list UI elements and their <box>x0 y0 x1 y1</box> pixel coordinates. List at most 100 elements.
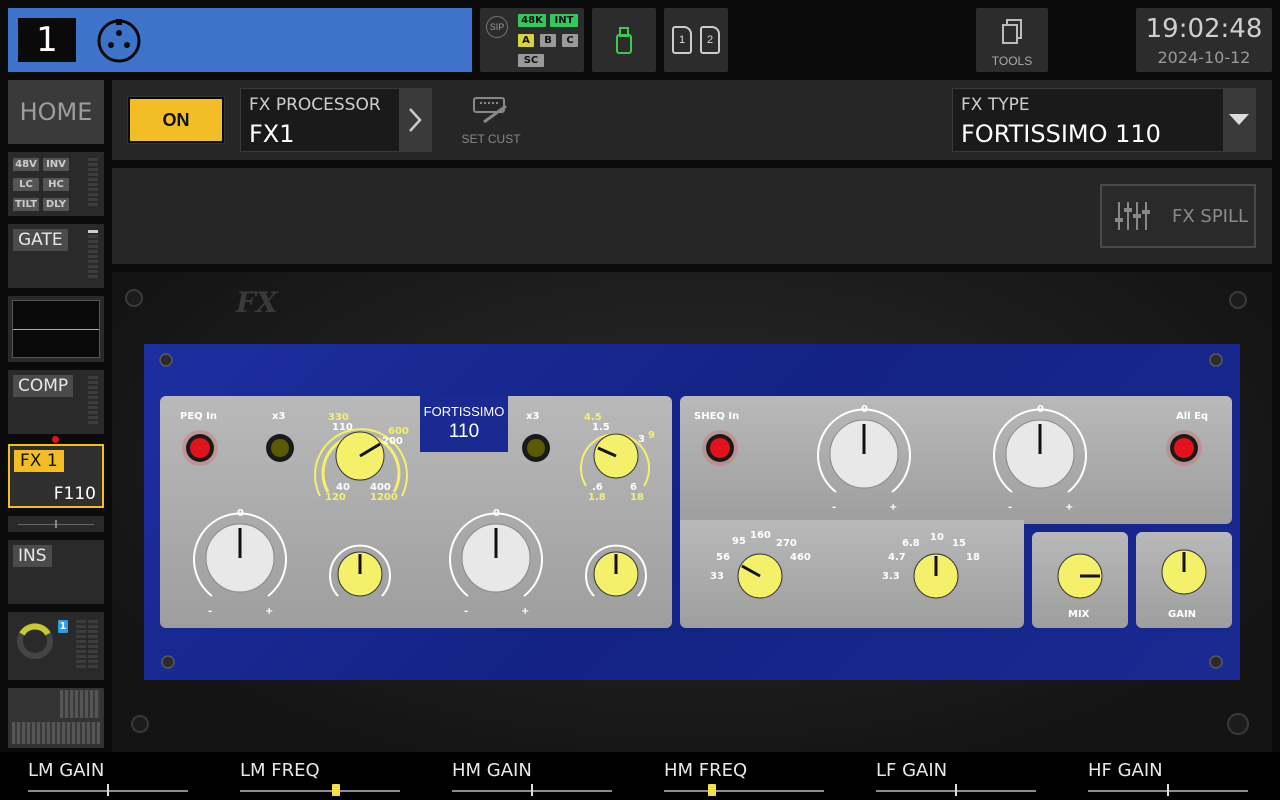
sip-badge: SIP <box>486 16 508 38</box>
svg-text:+: + <box>889 502 897 513</box>
sheq-in-led[interactable] <box>710 438 730 458</box>
bank-c-badge: C <box>562 34 578 47</box>
param-lf-gain[interactable]: LF GAIN <box>876 760 1036 800</box>
all-eq-led[interactable] <box>1174 438 1194 458</box>
svg-text:+: + <box>1065 502 1073 513</box>
svg-text:+: + <box>265 606 273 617</box>
sheq-controls: SHEQ In All Eq 0 - + 0 - + 95 160 270 56… <box>694 404 1208 620</box>
flag-hc: HC <box>43 178 69 191</box>
fx-spill-button[interactable]: FX SPILL <box>1100 184 1256 248</box>
param-center-mark <box>955 784 957 796</box>
xlr-icon <box>96 18 142 64</box>
param-center-mark <box>1167 784 1169 796</box>
ins-block[interactable]: INS <box>8 540 104 604</box>
lf-gain-knob[interactable] <box>817 408 911 493</box>
clock-source-badge: INT <box>550 14 578 27</box>
peq-in-led[interactable] <box>190 438 210 458</box>
fx-type-title: FX TYPE <box>961 95 1030 115</box>
fx-spill-bar <box>112 168 1272 264</box>
channel-selector[interactable]: 1 <box>8 8 472 72</box>
param-hm-freq[interactable]: HM FREQ <box>664 760 824 800</box>
fx-processor-next-button[interactable] <box>399 89 431 151</box>
fx-on-button[interactable]: ON <box>128 97 224 143</box>
svg-text:+: + <box>521 606 529 617</box>
fx-active-dot <box>52 436 59 443</box>
tools-icon <box>1002 19 1022 44</box>
mix-knob[interactable] <box>1057 553 1103 599</box>
eq-block[interactable] <box>8 296 104 362</box>
sample-rate-badge: 48K <box>518 14 546 27</box>
x3-b-switch[interactable] <box>527 439 545 457</box>
svg-text:56: 56 <box>716 552 730 563</box>
card-slots-button[interactable]: 1 2 <box>664 8 728 72</box>
x3-b-label: x3 <box>526 411 539 422</box>
svg-text:95: 95 <box>732 536 746 547</box>
clock-time: 19:02:48 <box>1145 14 1263 44</box>
home-label: HOME <box>19 98 93 126</box>
hm-gain-knob[interactable] <box>449 512 543 597</box>
faders-icon <box>1115 202 1150 230</box>
tools-button[interactable]: TOOLS <box>976 8 1048 72</box>
lm-gain-knob[interactable] <box>193 512 287 597</box>
input-settings-block[interactable]: 48V INV LC HC TILT DLY <box>8 152 104 216</box>
hm-q-knob[interactable] <box>585 544 647 597</box>
param-track[interactable] <box>664 790 824 792</box>
flag-inv: INV <box>43 158 69 171</box>
svg-text:3.3: 3.3 <box>882 571 900 582</box>
param-center-mark <box>531 784 533 796</box>
fx1-type: F110 <box>53 484 96 504</box>
lm-q-knob[interactable] <box>329 544 391 597</box>
svg-text:1.8: 1.8 <box>588 492 606 503</box>
svg-text:4.7: 4.7 <box>888 552 906 563</box>
fx-spill-label: FX SPILL <box>1172 206 1249 227</box>
caret-down-icon <box>1229 114 1249 125</box>
comp-block[interactable]: COMP <box>8 370 104 434</box>
svg-text:18: 18 <box>966 552 980 563</box>
io-status-panel[interactable]: SIP 48K INT A B C SC <box>480 8 584 72</box>
fx-type-selector[interactable]: FX TYPE FORTISSIMO 110 <box>952 88 1256 152</box>
sc-badge: SC <box>518 54 544 67</box>
svg-text:0: 0 <box>861 404 868 415</box>
svg-text:18: 18 <box>630 492 644 503</box>
output-gain-knob[interactable] <box>1161 549 1207 595</box>
output-block[interactable]: 1 <box>8 612 104 680</box>
param-thumb[interactable] <box>332 784 340 796</box>
x3-a-switch[interactable] <box>271 439 289 457</box>
bank-b-badge: B <box>540 34 556 47</box>
svg-text:3: 3 <box>638 434 645 445</box>
fx-processor-value: FX1 <box>249 120 295 148</box>
svg-text:200: 200 <box>382 436 403 447</box>
param-track[interactable] <box>240 790 400 792</box>
param-lm-gain[interactable]: LM GAIN <box>28 760 188 800</box>
clock-panel: 19:02:48 2024-10-12 <box>1136 8 1272 72</box>
usb-button[interactable] <box>592 8 656 72</box>
pan-block[interactable] <box>8 516 104 532</box>
card-slot-1-icon: 1 <box>672 26 692 54</box>
param-label: HM GAIN <box>452 760 532 781</box>
svg-text:110: 110 <box>332 422 353 433</box>
flag-48v: 48V <box>13 158 39 171</box>
channel-number: 1 <box>18 18 76 62</box>
hf-gain-knob[interactable] <box>993 408 1087 493</box>
param-label: LM FREQ <box>240 760 320 781</box>
fx1-block[interactable]: FX 1 F110 <box>8 444 104 508</box>
param-hf-gain[interactable]: HF GAIN <box>1088 760 1248 800</box>
svg-text:33: 33 <box>710 571 724 582</box>
param-thumb[interactable] <box>708 784 716 796</box>
home-button[interactable]: HOME <box>8 80 104 144</box>
input-meter <box>88 158 98 208</box>
lf-freq-knob[interactable] <box>737 553 783 599</box>
svg-text:6.8: 6.8 <box>902 538 920 549</box>
gate-block[interactable]: GATE <box>8 224 104 288</box>
param-label: HM FREQ <box>664 760 748 781</box>
peq-controls: PEQ In x3 330 110 600 200 40 400 120 120… <box>180 411 655 617</box>
param-lm-freq[interactable]: LM FREQ <box>240 760 400 800</box>
svg-text:1.5: 1.5 <box>592 422 610 433</box>
set-custom-button[interactable]: SET CUST <box>456 90 526 150</box>
fx-type-dropdown-button[interactable] <box>1223 89 1255 151</box>
param-hm-gain[interactable]: HM GAIN <box>452 760 612 800</box>
fader-block[interactable] <box>8 688 104 748</box>
sheq-in-label: SHEQ In <box>694 411 739 422</box>
hf-freq-knob[interactable] <box>913 553 959 599</box>
bank-a-badge: A <box>518 34 534 47</box>
